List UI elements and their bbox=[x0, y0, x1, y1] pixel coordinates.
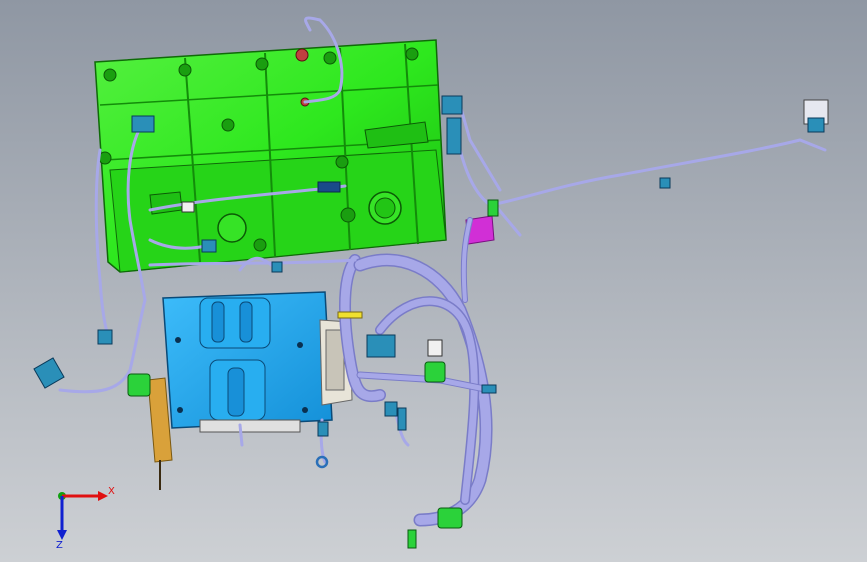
orientation-triad: X Z bbox=[56, 486, 115, 550]
engine-block[interactable] bbox=[94, 39, 447, 273]
graphics-viewport[interactable]: X Z bbox=[0, 0, 867, 562]
triad-x-arrow bbox=[98, 491, 108, 501]
ecu-mounting-bracket[interactable] bbox=[162, 291, 353, 433]
bracket-plate[interactable] bbox=[147, 377, 173, 490]
triad-x-label: X bbox=[108, 486, 115, 497]
cad-model-scene[interactable] bbox=[0, 0, 867, 562]
triad-z-arrow bbox=[57, 530, 67, 540]
triad-z-label: Z bbox=[56, 540, 63, 550]
